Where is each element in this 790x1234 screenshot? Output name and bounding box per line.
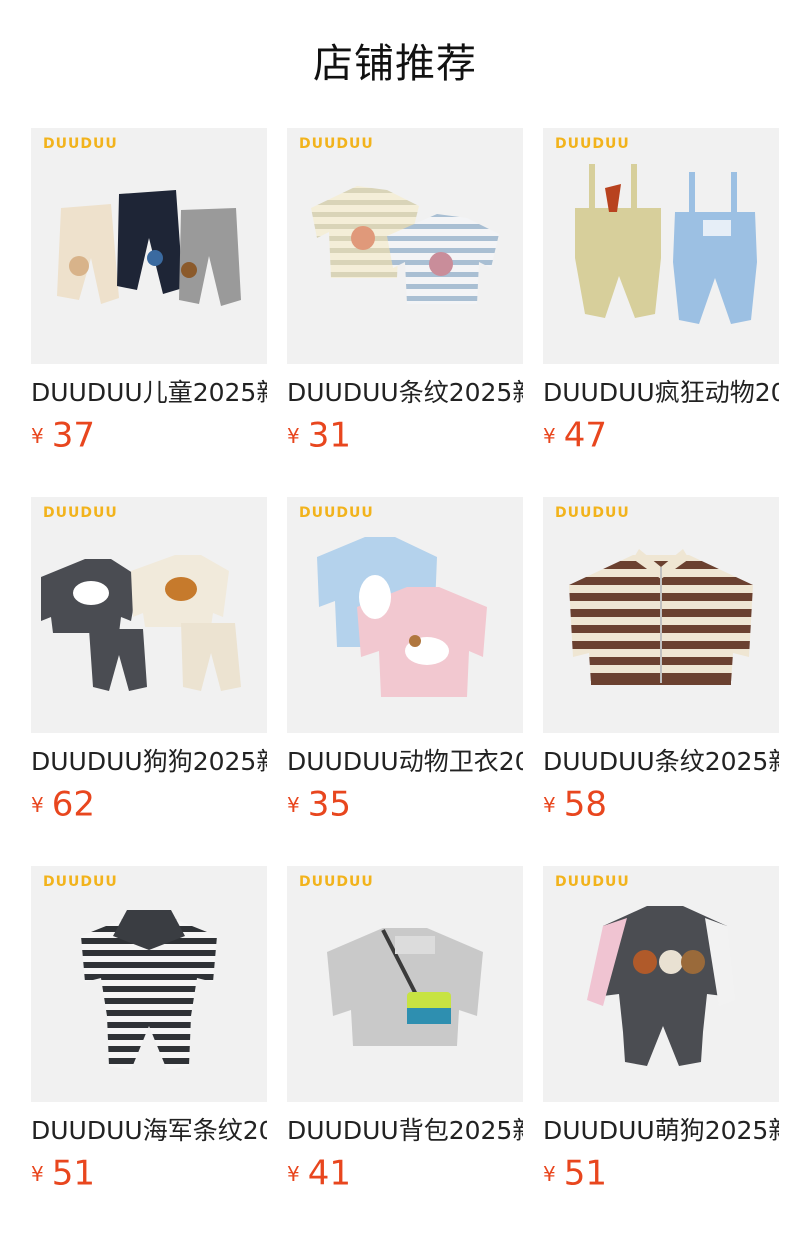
currency-symbol: ¥	[31, 423, 44, 448]
product-name[interactable]: DUUDUU萌狗2025新	[543, 1114, 779, 1148]
price-value: 41	[307, 1153, 351, 1194]
product-price: ¥58	[543, 784, 779, 825]
currency-symbol: ¥	[543, 1161, 556, 1186]
product-card[interactable]: DUUDUU DUUDUU疯狂动物2025 ¥47	[543, 128, 779, 456]
currency-symbol: ¥	[543, 423, 556, 448]
product-price: ¥47	[543, 415, 779, 456]
product-name[interactable]: DUUDUU狗狗2025新	[31, 745, 267, 779]
romper-illustration	[81, 910, 217, 1070]
price-value: 31	[307, 415, 351, 456]
product-card[interactable]: DUUDUU DUUDUU萌狗2025新 ¥51	[543, 866, 779, 1194]
product-price: ¥51	[31, 1153, 267, 1194]
currency-symbol: ¥	[287, 423, 300, 448]
product-price: ¥41	[287, 1153, 523, 1194]
currency-symbol: ¥	[543, 792, 556, 817]
product-card[interactable]: DUUDUU DUUDUU背包2025新 ¥41	[287, 866, 523, 1194]
product-price: ¥51	[543, 1153, 779, 1194]
dog-romper-illustration	[587, 906, 735, 1066]
currency-symbol: ¥	[287, 792, 300, 817]
product-image[interactable]: DUUDUU	[543, 128, 779, 364]
product-image[interactable]: DUUDUU	[543, 866, 779, 1102]
product-card[interactable]: DUUDUU DUUDUU儿童2025新 ¥37	[31, 128, 267, 456]
page-title: 店铺推荐	[313, 41, 477, 87]
product-name[interactable]: DUUDUU条纹2025新	[543, 745, 779, 779]
product-image[interactable]: DUUDUU	[31, 866, 267, 1102]
product-image[interactable]: DUUDUU	[287, 128, 523, 364]
sweatshirt-bag-illustration	[327, 928, 483, 1046]
product-image[interactable]: DUUDUU	[287, 866, 523, 1102]
product-card[interactable]: DUUDUU DUUDUU条纹2025新 ¥31	[287, 128, 523, 456]
pants-illustration	[57, 190, 241, 306]
price-value: 58	[563, 784, 607, 825]
sweaters-illustration	[311, 186, 499, 304]
product-name[interactable]: DUUDUU海军条纹2025	[31, 1114, 267, 1148]
product-price: ¥31	[287, 415, 523, 456]
price-value: 51	[563, 1153, 607, 1194]
product-image[interactable]: DUUDUU	[31, 128, 267, 364]
product-name[interactable]: DUUDUU动物卫衣2025	[287, 745, 523, 779]
dog-sets-illustration	[41, 555, 241, 691]
product-price: ¥37	[31, 415, 267, 456]
overalls-illustration	[575, 164, 757, 324]
product-name[interactable]: DUUDUU儿童2025新	[31, 376, 267, 410]
product-image[interactable]: DUUDUU	[287, 497, 523, 733]
currency-symbol: ¥	[31, 1161, 44, 1186]
product-grid: DUUDUU DUUDUU儿童2025新 ¥37 DUUDUU DUUDUU条纹…	[31, 128, 790, 1234]
price-value: 47	[563, 415, 607, 456]
currency-symbol: ¥	[31, 792, 44, 817]
currency-symbol: ¥	[287, 1161, 300, 1186]
product-price: ¥62	[31, 784, 267, 825]
product-name[interactable]: DUUDUU条纹2025新	[287, 376, 523, 410]
price-value: 37	[51, 415, 95, 456]
product-card[interactable]: DUUDUU DUUDUU条纹2025新 ¥58	[543, 497, 779, 825]
product-card[interactable]: DUUDUU DUUDUU狗狗2025新 ¥62	[31, 497, 267, 825]
product-card[interactable]: DUUDUU DUUDUU海军条纹2025 ¥51	[31, 866, 267, 1194]
price-value: 62	[51, 784, 95, 825]
product-name[interactable]: DUUDUU背包2025新	[287, 1114, 523, 1148]
sweatshirts-illustration	[317, 537, 487, 697]
cardigan-illustration	[569, 549, 753, 685]
price-value: 51	[51, 1153, 95, 1194]
product-image[interactable]: DUUDUU	[543, 497, 779, 733]
product-name[interactable]: DUUDUU疯狂动物2025	[543, 376, 779, 410]
price-value: 35	[307, 784, 351, 825]
product-card[interactable]: DUUDUU DUUDUU动物卫衣2025 ¥35	[287, 497, 523, 825]
product-image[interactable]: DUUDUU	[31, 497, 267, 733]
product-price: ¥35	[287, 784, 523, 825]
